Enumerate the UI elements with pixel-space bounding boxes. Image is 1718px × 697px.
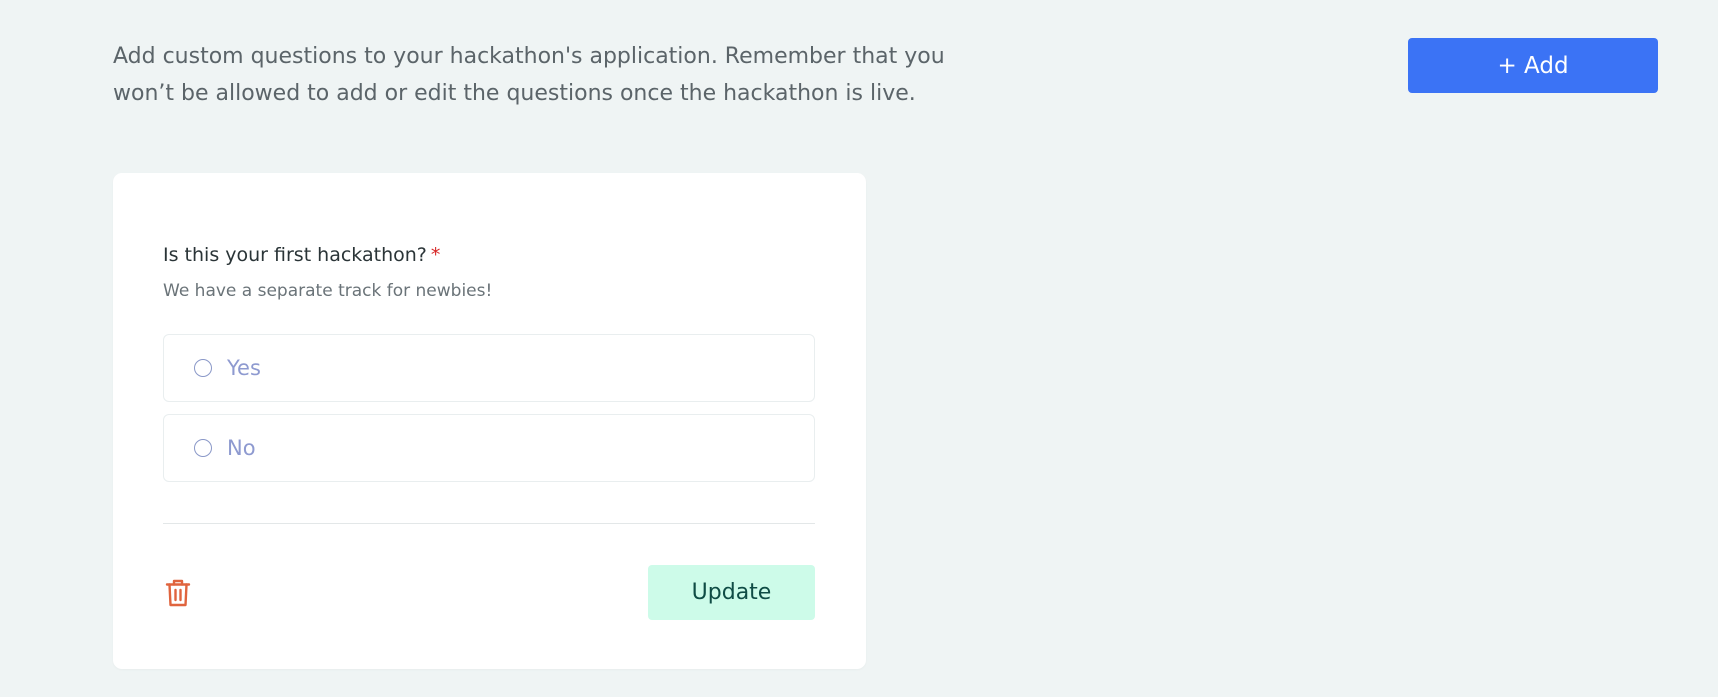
intro-text: Add custom questions to your hackathon's… bbox=[113, 44, 945, 106]
question-title-text: Is this your first hackathon? bbox=[163, 244, 427, 266]
question-title: Is this your first hackathon? * bbox=[163, 244, 440, 266]
delete-question-button[interactable] bbox=[163, 576, 193, 610]
required-marker: * bbox=[430, 244, 441, 266]
add-question-button[interactable]: + Add bbox=[1408, 38, 1658, 93]
option-no[interactable]: No bbox=[163, 414, 815, 482]
question-card: Is this your first hackathon? * We have a… bbox=[113, 173, 866, 669]
option-label: Yes bbox=[227, 356, 261, 380]
radio-button[interactable] bbox=[194, 359, 212, 377]
divider bbox=[163, 523, 815, 524]
update-button[interactable]: Update bbox=[648, 565, 815, 620]
question-description: We have a separate track for newbies! bbox=[163, 281, 493, 301]
trash-icon bbox=[165, 579, 191, 607]
option-yes[interactable]: Yes bbox=[163, 334, 815, 402]
radio-button[interactable] bbox=[194, 439, 212, 457]
option-label: No bbox=[227, 436, 256, 460]
